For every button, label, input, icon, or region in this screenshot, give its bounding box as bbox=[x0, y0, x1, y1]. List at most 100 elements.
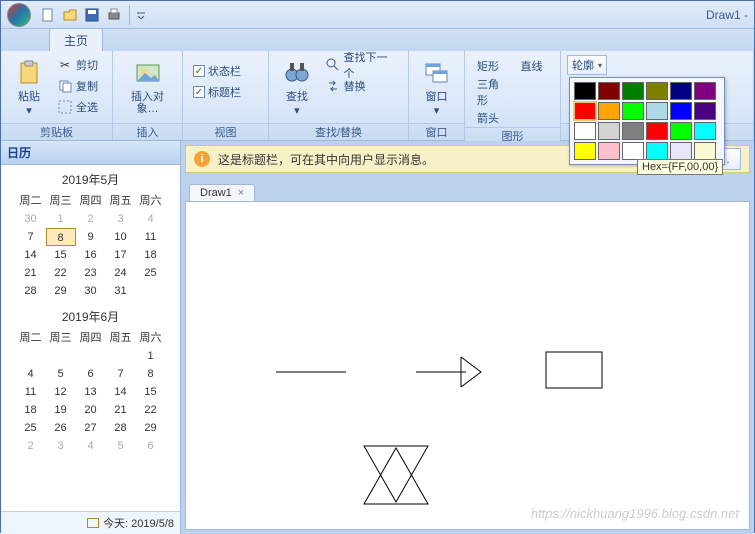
calendar-day[interactable]: 17 bbox=[106, 246, 136, 264]
tab-home[interactable]: 主页 bbox=[49, 28, 103, 51]
calendar-day[interactable]: 29 bbox=[136, 419, 166, 437]
drawing-canvas[interactable]: https://nickhuang1996.blog.csdn.net bbox=[185, 201, 750, 530]
color-swatch[interactable] bbox=[646, 102, 668, 120]
color-swatch[interactable] bbox=[694, 142, 716, 160]
calendar-day[interactable]: 24 bbox=[106, 264, 136, 282]
calendar-day[interactable]: 29 bbox=[46, 282, 76, 300]
color-swatch[interactable] bbox=[598, 102, 620, 120]
calendar-day[interactable]: 5 bbox=[106, 437, 136, 455]
calendar-day[interactable]: 4 bbox=[76, 437, 106, 455]
cut-button[interactable]: ✂剪切 bbox=[53, 55, 102, 75]
calendar-day[interactable]: 22 bbox=[46, 264, 76, 282]
color-swatch[interactable] bbox=[622, 142, 644, 160]
qat-open-icon[interactable] bbox=[60, 5, 80, 25]
insert-object-button[interactable]: 插入对象… bbox=[126, 55, 170, 121]
titlebar-checkbox[interactable]: ✓标题栏 bbox=[189, 82, 245, 102]
calendar-day[interactable]: 9 bbox=[76, 228, 106, 246]
app-menu-button[interactable] bbox=[1, 1, 37, 29]
color-swatch[interactable] bbox=[598, 142, 620, 160]
color-swatch[interactable] bbox=[670, 82, 692, 100]
calendar-day[interactable]: 30 bbox=[16, 210, 46, 228]
calendar-day[interactable]: 3 bbox=[106, 210, 136, 228]
calendar-day[interactable]: 27 bbox=[76, 419, 106, 437]
replace-button[interactable]: 替换 bbox=[321, 76, 402, 96]
close-icon[interactable]: × bbox=[238, 187, 244, 199]
calendar-day[interactable]: 2 bbox=[16, 437, 46, 455]
paste-button[interactable]: 粘贴 ▾ bbox=[7, 55, 51, 121]
shape-arrow-button[interactable]: 箭头 bbox=[471, 109, 511, 127]
shape-line-button[interactable]: 直线 bbox=[515, 57, 555, 75]
color-swatch[interactable] bbox=[598, 82, 620, 100]
calendar-day[interactable]: 6 bbox=[136, 437, 166, 455]
calendar-day[interactable]: 28 bbox=[106, 419, 136, 437]
color-swatch[interactable] bbox=[622, 122, 644, 140]
calendar-day[interactable]: 14 bbox=[16, 246, 46, 264]
copy-button[interactable]: 复制 bbox=[53, 76, 102, 96]
color-swatch[interactable] bbox=[622, 82, 644, 100]
shape-triangle-button[interactable]: 三角形 bbox=[471, 75, 511, 109]
color-swatch[interactable] bbox=[670, 122, 692, 140]
outline-color-dropdown[interactable]: 轮廓 ▾ bbox=[567, 55, 607, 75]
qat-print-icon[interactable] bbox=[104, 5, 124, 25]
calendar-day[interactable]: 7 bbox=[16, 228, 46, 246]
color-swatch[interactable] bbox=[598, 122, 620, 140]
calendar-day[interactable]: 15 bbox=[136, 383, 166, 401]
find-next-button[interactable]: 查找下一个 bbox=[321, 55, 402, 75]
calendar-day[interactable]: 5 bbox=[46, 365, 76, 383]
today-button[interactable]: 今天: 2019/5/8 bbox=[1, 511, 180, 534]
calendar-day[interactable]: 15 bbox=[46, 246, 76, 264]
color-swatch[interactable] bbox=[574, 102, 596, 120]
calendar-day[interactable]: 25 bbox=[136, 264, 166, 282]
qat-customize-icon[interactable] bbox=[134, 5, 148, 25]
select-all-button[interactable]: 全选 bbox=[53, 97, 102, 117]
calendar-day[interactable]: 19 bbox=[46, 401, 76, 419]
calendar-day[interactable]: 23 bbox=[76, 264, 106, 282]
calendar-day[interactable]: 21 bbox=[106, 401, 136, 419]
color-swatch[interactable] bbox=[694, 82, 716, 100]
calendar-day[interactable]: 26 bbox=[46, 419, 76, 437]
calendar-day[interactable]: 28 bbox=[16, 282, 46, 300]
calendar-day[interactable]: 10 bbox=[106, 228, 136, 246]
calendar-day[interactable]: 11 bbox=[16, 383, 46, 401]
shape-rect-button[interactable]: 矩形 bbox=[471, 57, 511, 75]
calendar-day[interactable]: 25 bbox=[16, 419, 46, 437]
color-swatch[interactable] bbox=[694, 122, 716, 140]
calendar-day[interactable]: 16 bbox=[76, 246, 106, 264]
calendar-day[interactable]: 22 bbox=[136, 401, 166, 419]
statusbar-checkbox[interactable]: ✓状态栏 bbox=[189, 61, 245, 81]
color-swatch[interactable] bbox=[646, 82, 668, 100]
color-swatch[interactable] bbox=[646, 122, 668, 140]
calendar-day[interactable]: 4 bbox=[16, 365, 46, 383]
calendar-day[interactable]: 18 bbox=[16, 401, 46, 419]
calendar-day[interactable]: 6 bbox=[76, 365, 106, 383]
calendar-day[interactable]: 18 bbox=[136, 246, 166, 264]
calendar-day[interactable]: 14 bbox=[106, 383, 136, 401]
calendar-day[interactable]: 8 bbox=[46, 228, 76, 246]
calendar-day[interactable]: 7 bbox=[106, 365, 136, 383]
doc-tab-draw1[interactable]: Draw1 × bbox=[189, 184, 255, 201]
color-swatch[interactable] bbox=[670, 102, 692, 120]
color-swatch[interactable] bbox=[622, 102, 644, 120]
calendar-day[interactable]: 8 bbox=[136, 365, 166, 383]
calendar-day[interactable]: 20 bbox=[76, 401, 106, 419]
qat-new-icon[interactable] bbox=[38, 5, 58, 25]
color-swatch[interactable] bbox=[574, 82, 596, 100]
calendar-day[interactable]: 21 bbox=[16, 264, 46, 282]
calendar-day[interactable]: 2 bbox=[76, 210, 106, 228]
calendar-day[interactable]: 30 bbox=[76, 282, 106, 300]
calendar-day[interactable]: 3 bbox=[46, 437, 76, 455]
color-swatch[interactable] bbox=[574, 122, 596, 140]
calendar-day[interactable]: 1 bbox=[136, 347, 166, 365]
color-swatch[interactable] bbox=[670, 142, 692, 160]
calendar-day[interactable]: 4 bbox=[136, 210, 166, 228]
find-button[interactable]: 查找 ▾ bbox=[275, 55, 319, 121]
color-swatch[interactable] bbox=[574, 142, 596, 160]
window-button[interactable]: 窗口 ▾ bbox=[415, 55, 458, 121]
calendar-day[interactable]: 11 bbox=[136, 228, 166, 246]
calendar-day[interactable]: 13 bbox=[76, 383, 106, 401]
color-swatch[interactable] bbox=[694, 102, 716, 120]
qat-save-icon[interactable] bbox=[82, 5, 102, 25]
calendar-day[interactable]: 31 bbox=[106, 282, 136, 300]
calendar-day[interactable]: 12 bbox=[46, 383, 76, 401]
color-swatch[interactable] bbox=[646, 142, 668, 160]
